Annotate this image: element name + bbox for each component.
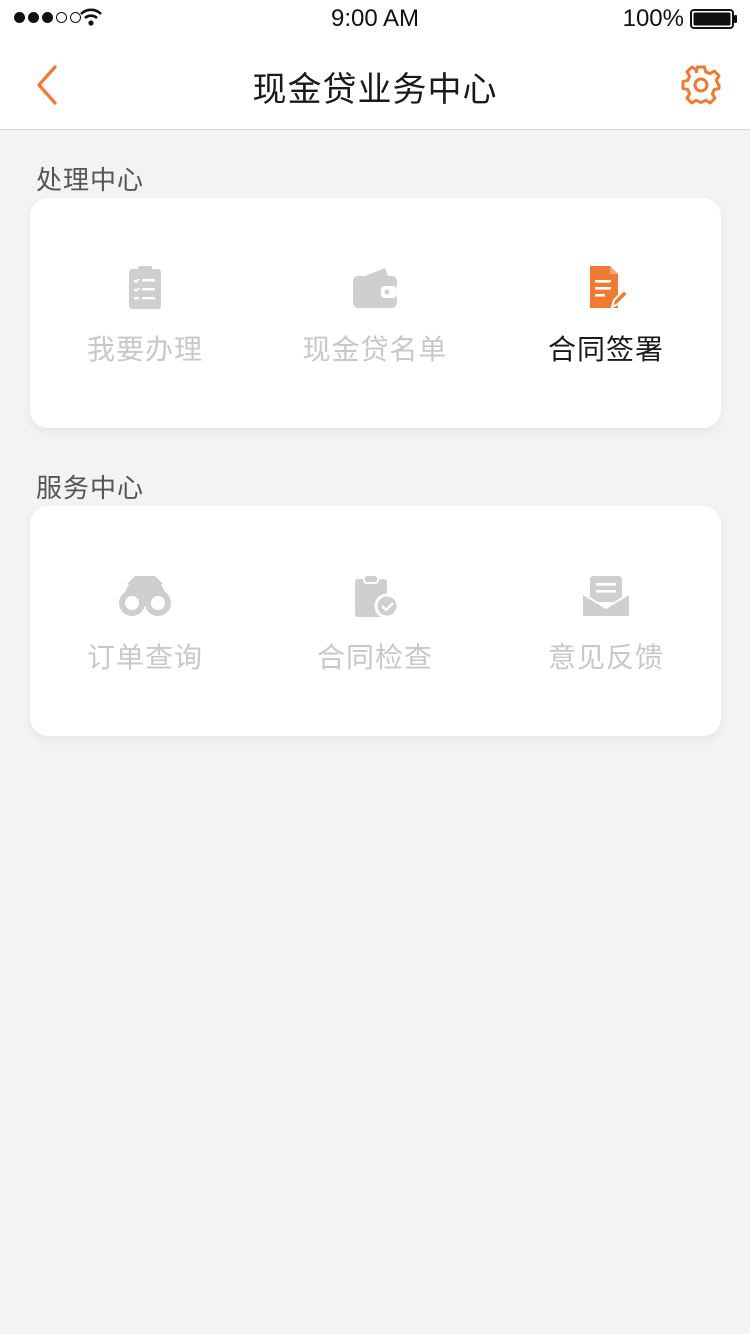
menu-item-label: 意见反馈 bbox=[547, 641, 664, 674]
menu-item-contract-sign[interactable]: 合同签署 bbox=[491, 198, 721, 428]
page-title: 现金贷业务中心 bbox=[252, 70, 498, 110]
menu-item-loan-list[interactable]: 现金贷名单 bbox=[260, 198, 490, 428]
menu-item-apply[interactable]: 我要办理 bbox=[30, 198, 260, 428]
menu-item-contract-check[interactable]: 合同检查 bbox=[260, 506, 490, 736]
menu-item-order-query[interactable]: 订单查询 bbox=[30, 506, 260, 736]
menu-item-label: 现金贷名单 bbox=[302, 333, 448, 366]
battery-icon bbox=[690, 9, 737, 29]
processing-center-card: 我要办理 现金贷名单 合同签署 bbox=[30, 198, 721, 428]
status-bar: 9:00 AM 100% bbox=[0, 0, 750, 40]
section-title-processing: 处理中心 bbox=[36, 166, 145, 196]
service-center-card: 订单查询 合同检查 意见反馈 bbox=[30, 506, 721, 736]
wallet-icon bbox=[353, 268, 397, 308]
menu-item-label: 合同签署 bbox=[547, 333, 664, 366]
binoculars-icon bbox=[119, 576, 171, 616]
menu-item-label: 我要办理 bbox=[86, 333, 203, 366]
section-title-service: 服务中心 bbox=[36, 474, 145, 504]
gear-icon bbox=[681, 65, 721, 105]
settings-button[interactable] bbox=[680, 64, 722, 106]
menu-item-label: 合同检查 bbox=[316, 641, 433, 674]
clipboard-list-icon bbox=[129, 266, 161, 309]
navigation-bar: 现金贷业务中心 bbox=[0, 40, 750, 130]
envelope-icon bbox=[582, 576, 630, 616]
clipboard-check-icon bbox=[355, 574, 399, 618]
document-edit-icon bbox=[590, 266, 630, 309]
menu-item-label: 订单查询 bbox=[86, 641, 203, 674]
menu-item-feedback[interactable]: 意见反馈 bbox=[491, 506, 721, 736]
battery-percentage: 100% bbox=[622, 5, 684, 32]
